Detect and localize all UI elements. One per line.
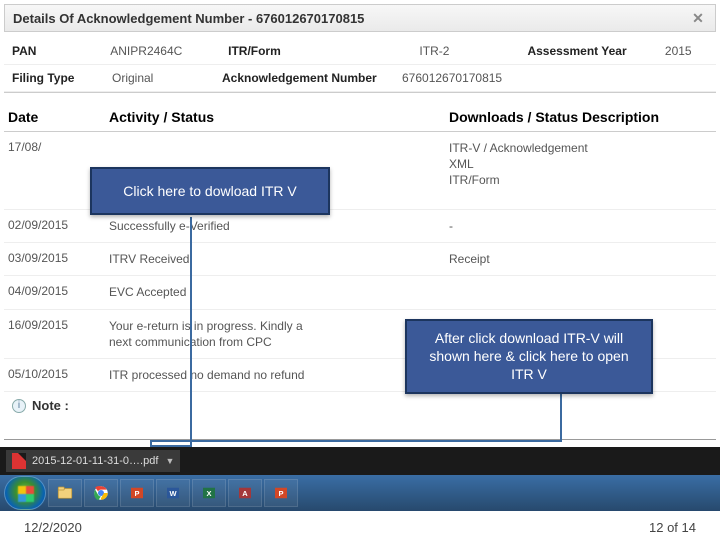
svg-text:W: W xyxy=(169,489,177,498)
itrform-value: ITR-2 xyxy=(411,38,519,65)
slide-footer: 12/2/2020 12 of 14 xyxy=(0,511,720,544)
itrform-label: ITR/Form xyxy=(220,38,411,65)
col-activity: Activity / Status xyxy=(109,109,449,125)
svg-text:P: P xyxy=(278,489,283,498)
cell-date: 02/09/2015 xyxy=(4,218,109,234)
chrome-icon[interactable] xyxy=(84,479,118,507)
chevron-down-icon[interactable]: ▼ xyxy=(165,456,174,466)
download-chip[interactable]: 2015-12-01-11-31-0….pdf ▼ xyxy=(6,450,180,472)
cell-date: 04/09/2015 xyxy=(4,284,109,300)
powerpoint-icon[interactable]: P xyxy=(120,479,154,507)
cell-downloads xyxy=(449,284,716,300)
cell-activity: Your e-return is in progress. Kindly a n… xyxy=(109,318,449,350)
connector-line xyxy=(150,440,562,442)
cell-downloads[interactable]: ITR-V / Acknowledgement XML ITR/Form xyxy=(449,140,716,201)
powerpoint-running-icon[interactable]: P xyxy=(264,479,298,507)
taskbar: P W X A P xyxy=(0,475,720,511)
filing-value: Original xyxy=(104,65,214,92)
dialog-header: Details Of Acknowledgement Number - 6760… xyxy=(4,4,716,32)
info-icon: i xyxy=(12,399,26,413)
filing-label: Filing Type xyxy=(4,65,104,92)
note-label: Note : xyxy=(32,398,69,413)
callout-open-itrv: After click download ITR-V will shown he… xyxy=(405,319,653,394)
connector-line xyxy=(190,217,192,447)
col-downloads: Downloads / Status Description xyxy=(449,109,716,125)
word-icon[interactable]: W xyxy=(156,479,190,507)
note-bar: i Note : xyxy=(4,392,716,419)
download-strip: 2015-12-01-11-31-0….pdf ▼ xyxy=(0,447,720,475)
footer-date: 12/2/2020 xyxy=(24,520,82,535)
start-button[interactable] xyxy=(4,476,46,510)
download-filename: 2015-12-01-11-31-0….pdf xyxy=(32,455,158,467)
cell-date: 16/09/2015 xyxy=(4,318,109,350)
close-icon[interactable]: ✕ xyxy=(689,9,707,27)
connector-line xyxy=(150,440,152,447)
pan-label: PAN xyxy=(4,38,102,65)
access-icon[interactable]: A xyxy=(228,479,262,507)
table-row: 04/09/2015 EVC Accepted xyxy=(4,276,716,309)
svg-text:A: A xyxy=(242,489,248,498)
col-date: Date xyxy=(4,109,109,125)
info-grid: PAN ANIPR2464C ITR/Form ITR-2 Assessment… xyxy=(4,38,716,93)
ack-value: 676012670170815 xyxy=(394,65,716,92)
dialog-title: Details Of Acknowledgement Number - 6760… xyxy=(13,11,364,26)
excel-icon[interactable]: X xyxy=(192,479,226,507)
ack-label: Acknowledgement Number xyxy=(214,65,394,92)
cell-activity: EVC Accepted xyxy=(109,284,449,300)
cell-downloads: - xyxy=(449,218,716,234)
cell-downloads[interactable]: Receipt xyxy=(449,251,716,267)
cell-activity: Successfully e-Verified xyxy=(109,218,449,234)
pan-value: ANIPR2464C xyxy=(102,38,220,65)
ay-value: 2015 xyxy=(657,38,716,65)
explorer-icon[interactable] xyxy=(48,479,82,507)
table-row: 03/09/2015 ITRV Received Receipt xyxy=(4,243,716,276)
cell-activity: ITR processed no demand no refund xyxy=(109,367,449,383)
svg-text:X: X xyxy=(206,489,211,498)
cell-activity: ITRV Received xyxy=(109,251,449,267)
footer-page: 12 of 14 xyxy=(649,520,696,535)
ay-label: Assessment Year xyxy=(519,38,656,65)
cell-date: 03/09/2015 xyxy=(4,251,109,267)
cell-date: 05/10/2015 xyxy=(4,367,109,383)
callout-download-itrv[interactable]: Click here to dowload ITR V xyxy=(90,167,330,215)
svg-text:P: P xyxy=(134,489,139,498)
data-header: Date Activity / Status Downloads / Statu… xyxy=(4,103,716,132)
pdf-icon xyxy=(12,453,26,469)
